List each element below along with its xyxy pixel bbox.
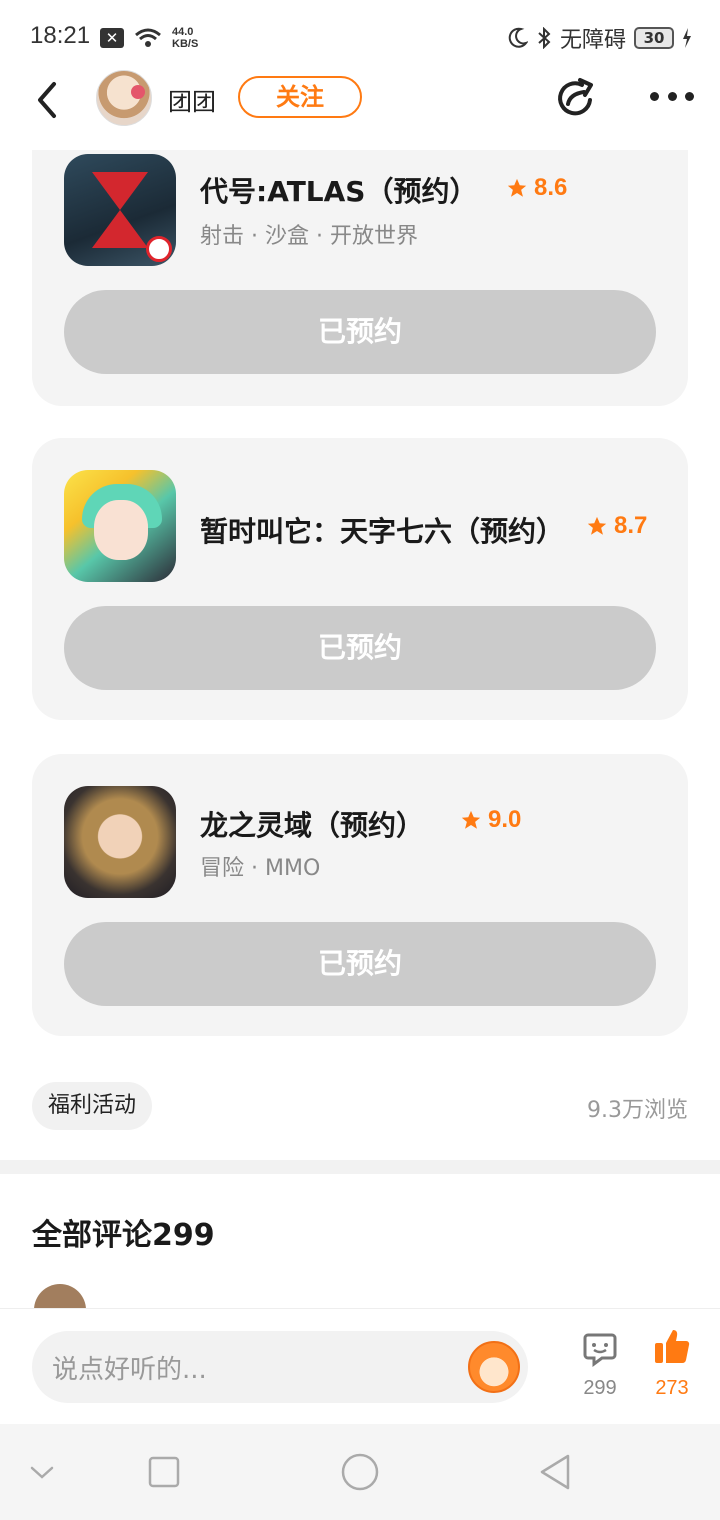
star-icon xyxy=(461,810,481,829)
game-icon-tianzi[interactable] xyxy=(64,470,176,582)
status-time: 18:21 xyxy=(30,22,91,49)
battery-icon: 30 xyxy=(634,27,674,49)
like-button[interactable]: 273 xyxy=(646,1327,698,1400)
chevron-down-icon[interactable] xyxy=(22,1452,62,1492)
net-speed: 44.0 KB/S xyxy=(172,26,199,50)
status-bar: 18:21 ✕ 44.0 KB/S 无障碍 30 xyxy=(0,0,720,72)
follow-button[interactable]: 关注 xyxy=(238,76,362,118)
top-nav: 团团 关注 xyxy=(0,66,720,132)
charging-icon xyxy=(683,28,691,48)
avatar[interactable] xyxy=(96,70,152,126)
back-icon[interactable] xyxy=(30,80,66,120)
game-icon-longzhilingyu[interactable] xyxy=(64,786,176,898)
section-divider xyxy=(0,1160,720,1174)
game-rating: 8.7 xyxy=(586,512,647,540)
comments-button[interactable]: 299 xyxy=(578,1331,622,1400)
like-count: 273 xyxy=(655,1377,689,1399)
thumbs-up-icon xyxy=(655,1330,690,1364)
more-options-icon[interactable] xyxy=(650,92,694,104)
star-icon xyxy=(507,178,527,197)
wifi-icon xyxy=(135,28,161,47)
view-count: 9.3万浏览 xyxy=(587,1098,688,1123)
comment-placeholder: 说点好听的... xyxy=(52,1355,207,1385)
game-card: 龙之灵域（预约） 9.0 冒险 · MMO 已预约 xyxy=(32,754,688,1036)
game-icon-atlas[interactable] xyxy=(64,154,176,266)
reserved-button[interactable]: 已预约 xyxy=(64,606,656,690)
game-tags: 射击 · 沙盒 · 开放世界 xyxy=(200,224,418,249)
game-title[interactable]: 龙之灵域（预约） xyxy=(200,804,424,844)
author-name[interactable]: 团团 xyxy=(168,82,216,117)
game-card: 暂时叫它：天字七六（预约） 8.7 已预约 xyxy=(32,438,688,720)
system-nav-bar xyxy=(0,1424,720,1520)
reserved-button[interactable]: 已预约 xyxy=(64,290,656,374)
game-title[interactable]: 代号:ATLAS（预约） xyxy=(200,170,477,210)
game-rating: 8.6 xyxy=(506,174,567,202)
game-title[interactable]: 暂时叫它：天字七六（预约） xyxy=(200,510,564,550)
comments-title: 全部评论299 xyxy=(32,1218,215,1253)
comment-bar: 说点好听的... 299 273 xyxy=(0,1308,720,1424)
moon-icon xyxy=(508,27,528,48)
reserved-button[interactable]: 已预约 xyxy=(64,922,656,1006)
comment-count: 299 xyxy=(583,1377,617,1399)
game-rating: 9.0 xyxy=(460,806,521,834)
topic-tag[interactable]: 福利活动 xyxy=(32,1082,153,1130)
home-icon[interactable] xyxy=(340,1452,380,1492)
commenter-avatar[interactable] xyxy=(34,1284,86,1310)
game-card: 代号:ATLAS（预约） 8.6 射击 · 沙盒 · 开放世界 已预约 xyxy=(32,150,688,406)
back-nav-icon[interactable] xyxy=(536,1452,576,1492)
mascot-emoji-icon[interactable] xyxy=(468,1341,520,1393)
notification-icon: ✕ xyxy=(100,28,124,48)
recents-icon[interactable] xyxy=(144,1452,184,1492)
game-tags: 冒险 · MMO xyxy=(200,856,321,881)
accessibility-label: 无障碍 xyxy=(559,28,626,53)
comment-input[interactable]: 说点好听的... xyxy=(32,1331,528,1403)
star-icon xyxy=(587,516,607,535)
share-icon[interactable] xyxy=(554,76,598,120)
bluetooth-icon xyxy=(538,27,551,49)
comment-icon xyxy=(583,1333,617,1367)
